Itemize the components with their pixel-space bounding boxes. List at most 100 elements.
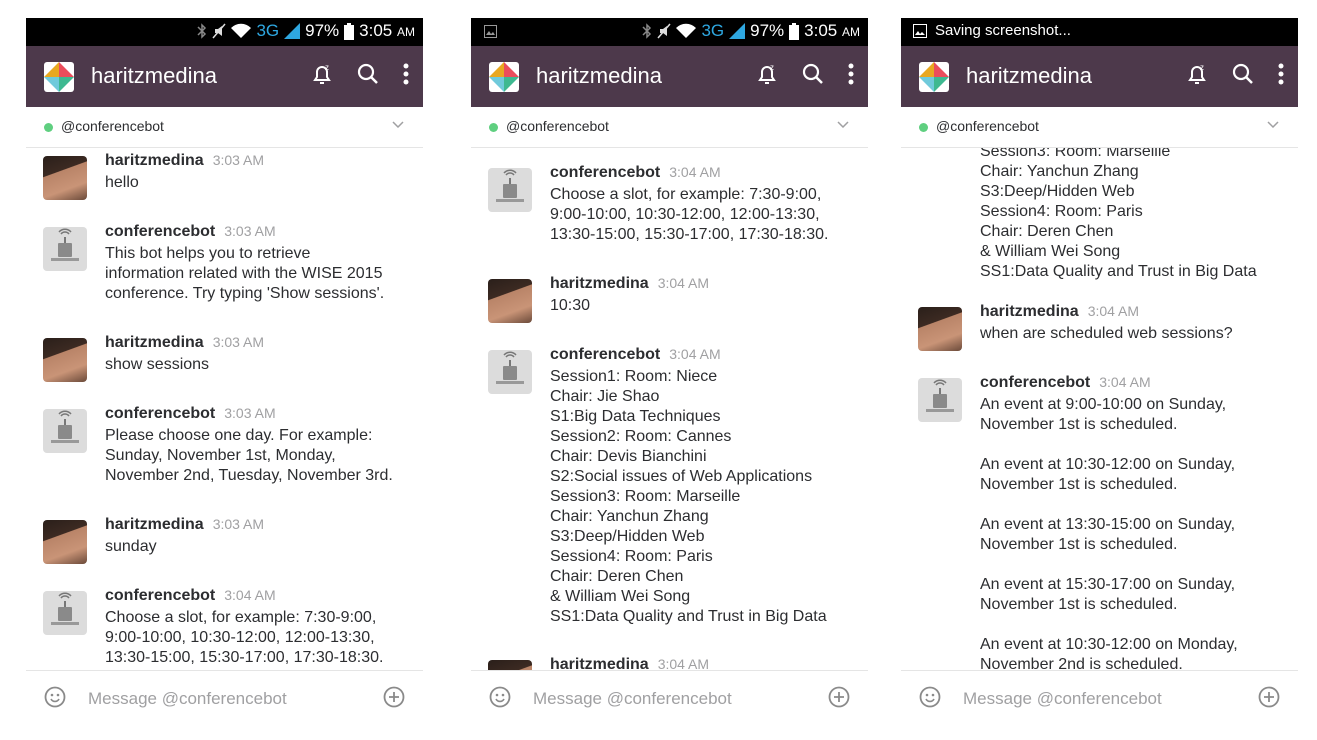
bot-avatar[interactable] (43, 409, 87, 453)
bot-icon (496, 169, 524, 202)
message-text: Please choose one day. For example: Sund… (105, 427, 393, 484)
message-time: 3:03 AM (212, 516, 265, 532)
message-composer: Message @conferencebot (26, 670, 423, 726)
message-list[interactable]: haritzmedina 3:03 AM hello conferencebot 3… (26, 148, 423, 670)
message-composer: Message @conferencebot (471, 670, 868, 726)
message-text: Session1: Room: Niece Chair: Jie Shao S1… (550, 368, 827, 625)
svg-text:z: z (1200, 63, 1204, 72)
avatar[interactable] (488, 279, 532, 323)
status-bar: 3G 97% 3:05 AM (471, 18, 868, 46)
chevron-down-icon[interactable] (391, 117, 405, 131)
message-sender[interactable]: haritzmedina (105, 334, 204, 351)
message-text: Session3: Room: Marseille Chair: Yanchun… (980, 148, 1257, 280)
message-text: when are scheduled web sessions? (980, 325, 1233, 342)
message-input[interactable]: Message @conferencebot (963, 689, 1162, 709)
message-sender[interactable]: conferencebot (550, 346, 660, 363)
message-sender[interactable]: haritzmedina (105, 152, 204, 169)
more-vert-icon[interactable] (848, 63, 854, 85)
status-time: 3:05 AM (359, 21, 415, 40)
message-sender[interactable]: conferencebot (105, 405, 215, 422)
bot-icon (926, 379, 954, 412)
team-name[interactable]: haritzmedina (91, 63, 217, 89)
chevron-down-icon[interactable] (836, 117, 850, 131)
channel-header[interactable]: @conferencebot (901, 107, 1298, 148)
avatar[interactable] (488, 660, 532, 670)
channel-name: @conferencebot (936, 118, 1039, 134)
plus-circle-icon[interactable] (1258, 686, 1280, 708)
wifi-icon (231, 23, 252, 38)
message-sender[interactable]: conferencebot (105, 587, 215, 604)
message-time: 3:04 AM (669, 346, 721, 362)
message-text: This bot helps you to retrieve informati… (105, 245, 385, 302)
plus-circle-icon[interactable] (383, 686, 405, 708)
app-bar: haritzmedina z (26, 46, 423, 107)
bot-avatar[interactable] (43, 227, 87, 271)
bot-avatar[interactable] (918, 378, 962, 422)
message-list[interactable]: conferencebot 3:04 AM Choose a slot, for … (471, 148, 868, 670)
message-time: 3:04 AM (1087, 303, 1140, 319)
snooze-icon[interactable]: z (1186, 62, 1208, 86)
message-time: 3:03 AM (224, 405, 276, 421)
search-icon[interactable] (802, 63, 824, 85)
slack-logo-icon (489, 62, 519, 92)
bluetooth-icon (197, 23, 207, 39)
snooze-icon[interactable]: z (311, 62, 333, 86)
avatar[interactable] (43, 338, 87, 382)
presence-dot (919, 123, 928, 132)
presence-dot (489, 123, 498, 132)
message-text: Choose a slot, for example: 7:30-9:00, 9… (550, 186, 829, 243)
message-time: 3:03 AM (212, 152, 265, 168)
app-bar: haritzmedina z (471, 46, 868, 107)
mute-icon (212, 23, 227, 39)
search-icon[interactable] (357, 63, 379, 85)
slack-logo-icon (919, 62, 949, 92)
message-text: hello (105, 174, 139, 191)
message-sender[interactable]: conferencebot (980, 374, 1090, 391)
bot-avatar[interactable] (43, 591, 87, 635)
chevron-down-icon[interactable] (1266, 117, 1280, 131)
message-sender[interactable]: haritzmedina (550, 275, 649, 292)
message-text: sunday (105, 538, 157, 555)
channel-header[interactable]: @conferencebot (471, 107, 868, 148)
message-sender[interactable]: haritzmedina (550, 656, 649, 670)
avatar[interactable] (43, 156, 87, 200)
battery-percent: 97% (305, 21, 340, 40)
message-input[interactable]: Message @conferencebot (88, 689, 287, 709)
mute-icon (657, 23, 672, 39)
plus-circle-icon[interactable] (828, 686, 850, 708)
message-sender[interactable]: conferencebot (550, 164, 660, 181)
svg-text:z: z (325, 63, 329, 72)
more-vert-icon[interactable] (1278, 63, 1284, 85)
emoji-icon[interactable] (44, 686, 66, 708)
message-text: 10:30 (550, 297, 591, 314)
snooze-icon[interactable]: z (756, 62, 778, 86)
message-time: 3:03 AM (224, 223, 276, 239)
message-text: An event at 9:00-10:00 on Sunday, Novemb… (980, 396, 1238, 670)
network-type: 3G (701, 21, 725, 40)
channel-header[interactable]: @conferencebot (26, 107, 423, 148)
network-type: 3G (256, 21, 280, 40)
bot-icon (51, 410, 79, 443)
message-time: 3:03 AM (212, 334, 265, 350)
team-name[interactable]: haritzmedina (536, 63, 662, 89)
message-sender[interactable]: haritzmedina (105, 516, 204, 533)
svg-text:z: z (770, 63, 774, 72)
message-sender[interactable]: haritzmedina (980, 303, 1079, 320)
team-name[interactable]: haritzmedina (966, 63, 1092, 89)
more-vert-icon[interactable] (403, 63, 409, 85)
status-bar: Saving screenshot... (901, 18, 1298, 46)
battery-icon (789, 22, 800, 40)
bot-icon (51, 592, 79, 625)
search-icon[interactable] (1232, 63, 1254, 85)
avatar[interactable] (43, 520, 87, 564)
message-sender[interactable]: conferencebot (105, 223, 215, 240)
emoji-icon[interactable] (489, 686, 511, 708)
message-list[interactable]: Session3: Room: Marseille Chair: Yanchun… (901, 148, 1298, 670)
avatar[interactable] (918, 307, 962, 351)
slack-logo-icon (44, 62, 74, 92)
message-input[interactable]: Message @conferencebot (533, 689, 732, 709)
bot-avatar[interactable] (488, 168, 532, 212)
bot-avatar[interactable] (488, 350, 532, 394)
emoji-icon[interactable] (919, 686, 941, 708)
channel-name: @conferencebot (506, 118, 609, 134)
